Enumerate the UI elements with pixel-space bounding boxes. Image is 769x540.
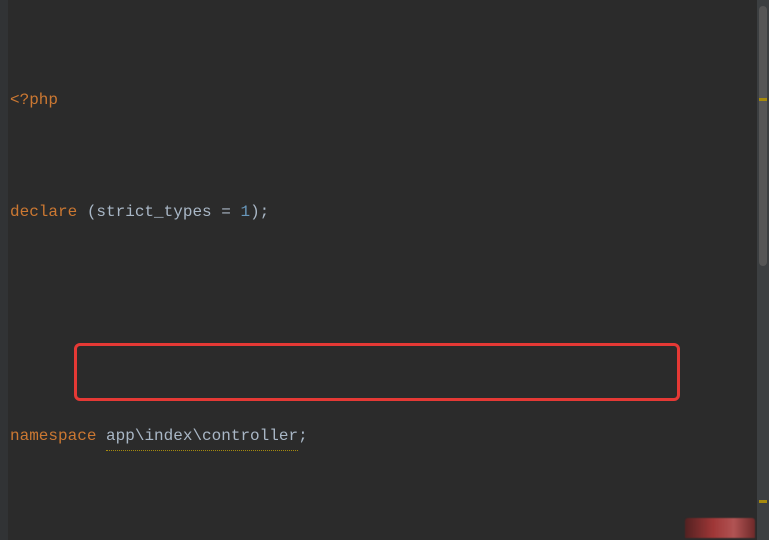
scrollbar-marker — [759, 98, 767, 101]
scrollbar-thumb[interactable] — [759, 6, 767, 266]
scrollbar-marker — [759, 500, 767, 503]
php-open-tag: <?php — [10, 86, 58, 114]
minimap-stub — [685, 518, 755, 538]
gutter — [0, 0, 8, 540]
code-line[interactable]: <?php — [10, 86, 605, 114]
code-editor: <?php declare (strict_types = 1); namesp… — [0, 0, 769, 540]
annotation-box — [74, 343, 680, 401]
vertical-scrollbar[interactable] — [757, 0, 769, 540]
code-line-empty[interactable] — [10, 534, 605, 540]
code-line-empty[interactable] — [10, 310, 605, 338]
code-line[interactable]: declare (strict_types = 1); — [10, 198, 605, 226]
code-area[interactable]: <?php declare (strict_types = 1); namesp… — [8, 0, 605, 540]
code-line[interactable]: namespace app\index\controller; — [10, 422, 605, 450]
